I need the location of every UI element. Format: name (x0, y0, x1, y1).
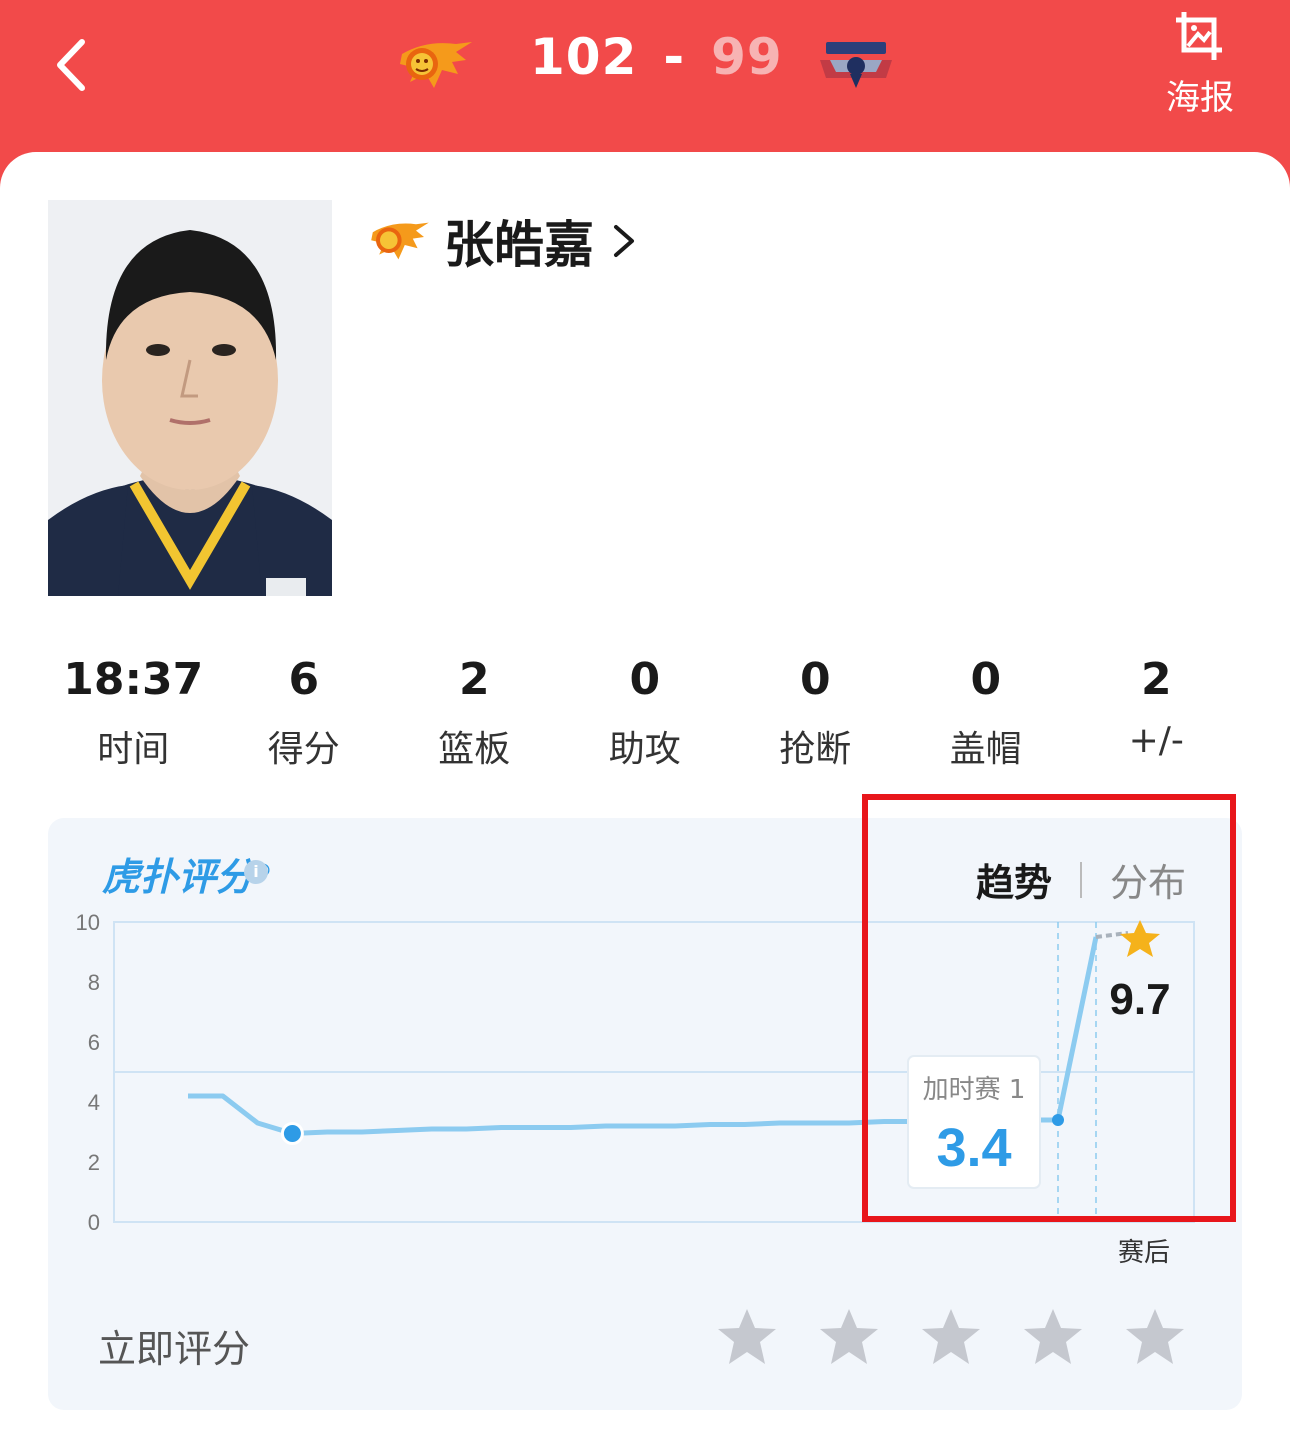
score-display: 102-99 (530, 28, 783, 86)
poster-label: 海报 (1166, 78, 1234, 118)
rate-star-2[interactable] (818, 1306, 880, 1368)
stats-row: 18:37 时间 6 得分 2 篮板 0 助攻 0 抢断 0 盖帽 2 +/- (48, 650, 1242, 772)
stat-label: 篮板 (438, 729, 511, 770)
away-score: 99 (711, 28, 783, 86)
score-separator: - (663, 28, 686, 86)
back-button[interactable] (40, 30, 110, 100)
player-name-link[interactable]: 张皓嘉 (368, 206, 638, 276)
x-tick-label-final: 赛后 (1118, 1238, 1170, 1268)
rate-star-5[interactable] (1124, 1306, 1186, 1368)
stat-value: 2 (458, 654, 490, 705)
stat-label: +/- (1128, 720, 1184, 761)
y-tick-label: 0 (88, 1210, 100, 1235)
rate-star-1[interactable] (716, 1306, 778, 1368)
player-name: 张皓嘉 (444, 216, 594, 274)
y-tick-label: 10 (76, 910, 100, 935)
y-tick-label: 4 (88, 1090, 100, 1115)
rate-now-label: 立即评分 (98, 1327, 251, 1371)
stat-steals: 0 抢断 (730, 650, 901, 772)
stat-value: 2 (1140, 654, 1172, 705)
highlighted-data-point (280, 1122, 304, 1145)
stat-rebounds: 2 篮板 (389, 650, 560, 772)
player-photo (48, 200, 332, 596)
stat-label: 抢断 (779, 729, 852, 770)
stat-label: 助攻 (608, 729, 681, 770)
stat-value: 0 (799, 654, 831, 705)
team-logo-small (371, 222, 429, 260)
stat-assists: 0 助攻 (560, 650, 731, 772)
chevron-right-icon (614, 225, 634, 257)
home-score: 102 (530, 28, 638, 86)
stat-label: 时间 (97, 729, 170, 770)
stat-value: 0 (970, 654, 1002, 705)
stat-value: 0 (629, 654, 661, 705)
stat-minutes: 18:37 时间 (48, 650, 219, 772)
stat-label: 盖帽 (949, 729, 1022, 770)
stat-label: 得分 (267, 729, 340, 770)
away-team-logo (816, 38, 896, 92)
stat-points: 6 得分 (219, 650, 390, 772)
stat-value: 6 (288, 654, 320, 705)
y-tick-label: 8 (88, 970, 100, 995)
stat-value: 18:37 (63, 654, 204, 705)
stat-plus-minus: 2 +/- (1071, 650, 1242, 772)
chevron-left-icon (57, 39, 85, 91)
rating-stars (716, 1306, 1186, 1368)
image-crop-icon (1176, 12, 1222, 60)
rate-star-3[interactable] (920, 1306, 982, 1368)
stat-blocks: 0 盖帽 (901, 650, 1072, 772)
annotation-highlight-box (862, 794, 1236, 1222)
y-tick-label: 2 (88, 1150, 100, 1175)
rate-star-4[interactable] (1022, 1306, 1084, 1368)
home-team-logo (396, 38, 476, 92)
y-tick-label: 6 (88, 1030, 100, 1055)
poster-button[interactable]: 海报 (1150, 8, 1250, 118)
